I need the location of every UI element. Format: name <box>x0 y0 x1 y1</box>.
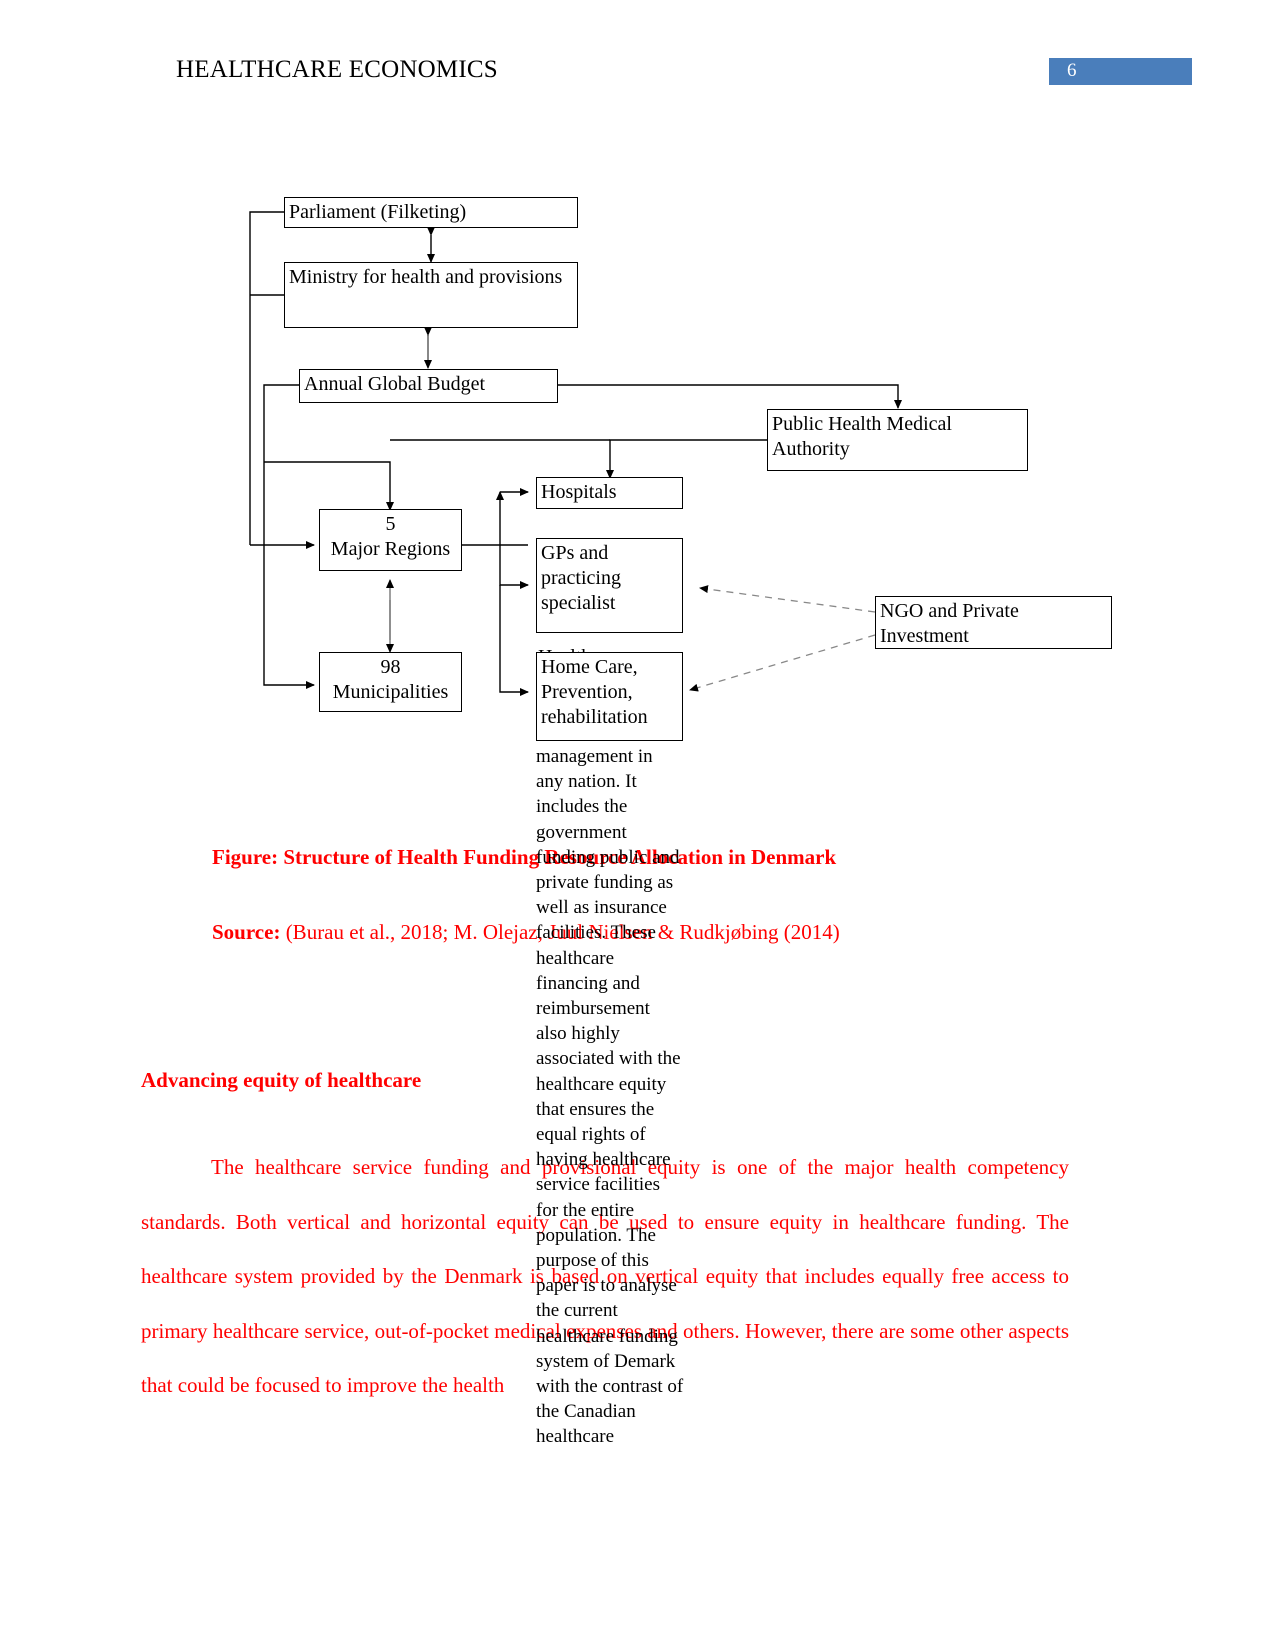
municipalities-number: 98 <box>380 656 401 678</box>
diagram-box-municipalities[interactable]: 98 Municipalities <box>319 652 462 712</box>
municipalities-label: Municipalities <box>332 681 449 703</box>
flowchart-diagram: Healthcare Parliament (Filketing) Minist… <box>0 0 1275 780</box>
major-regions-number: 5 <box>385 513 396 535</box>
figure-caption-prefix: Figure: <box>212 845 279 869</box>
major-regions-label: Major Regions <box>330 538 451 560</box>
diagram-box-home-care[interactable]: Home Care, Prevention, rehabilitation <box>536 652 683 741</box>
diagram-box-public-health-medical-authority[interactable]: Public Health Medical Authority <box>767 409 1028 471</box>
diagram-box-hospitals[interactable]: Hospitals <box>536 477 683 509</box>
diagram-box-parliament[interactable]: Parliament (Filketing) <box>284 197 578 228</box>
diagram-box-ngo-private-investment[interactable]: NGO and Private Investment <box>875 596 1112 649</box>
source-caption: Source: (Burau et al., 2018; M. Olejaz, … <box>212 920 840 945</box>
diagram-box-annual-global-budget[interactable]: Annual Global Budget <box>299 369 558 403</box>
figure-caption: Figure: Structure of Health Funding Reso… <box>212 845 836 870</box>
diagram-box-ministry[interactable]: Ministry for health and provisions <box>284 262 578 328</box>
document-page: HEALTHCARE ECONOMICS 6 Parliament (Filke… <box>0 0 1275 1651</box>
diagram-box-gps[interactable]: GPs and practicing specialist <box>536 538 683 633</box>
floating-text-column: management in any nation. It includes th… <box>536 746 684 1448</box>
diagram-box-major-regions[interactable]: 5 Major Regions <box>319 509 462 571</box>
source-caption-prefix: Source: <box>212 920 281 944</box>
section-heading-advancing-equity: Advancing equity of healthcare <box>141 1068 422 1092</box>
